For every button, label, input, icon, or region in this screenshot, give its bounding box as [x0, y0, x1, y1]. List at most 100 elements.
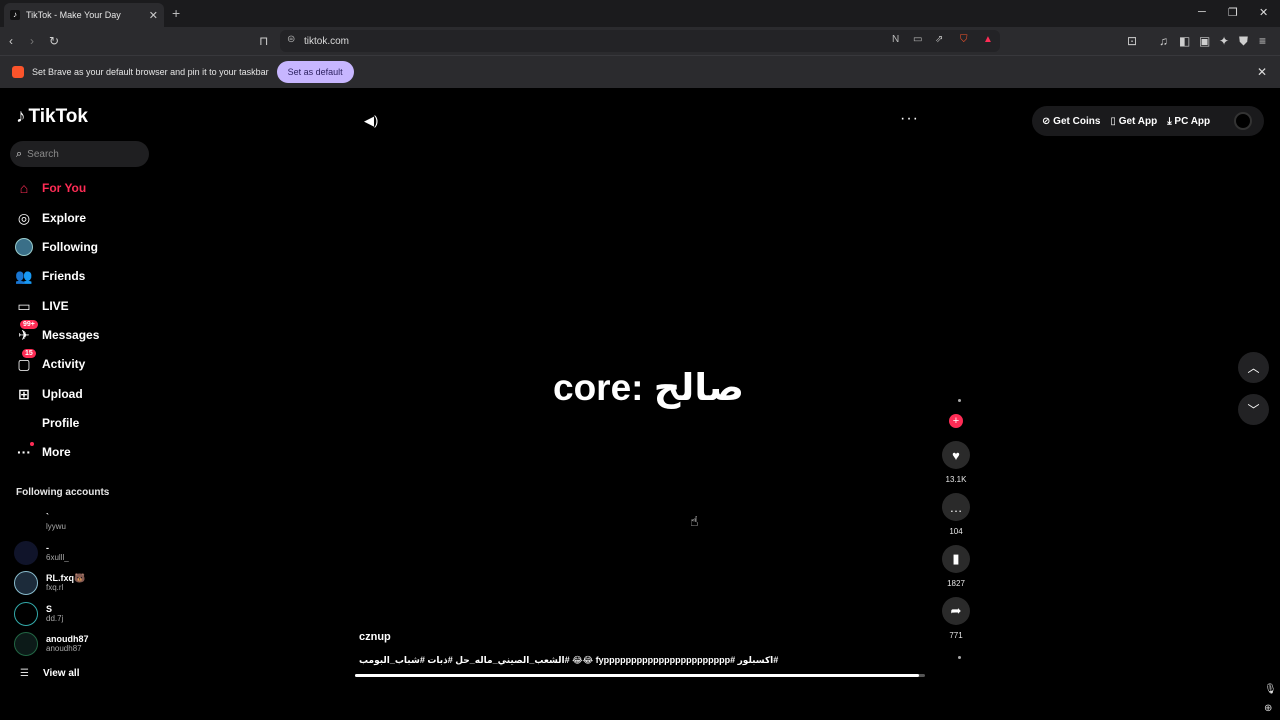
profile-avatar-icon [14, 413, 34, 433]
account-handle: lyywu [46, 522, 67, 531]
share-action[interactable]: ➦ 771 [926, 597, 986, 640]
video-progress-bar[interactable] [355, 674, 925, 677]
nav-profile[interactable]: Profile [14, 411, 154, 435]
chevron-down-icon: ﹀ [1247, 403, 1260, 417]
compass-icon: ◎ [17, 209, 31, 226]
following-account-item[interactable]: Sdd.7j [14, 600, 154, 628]
chevron-up-icon: ︿ [1247, 361, 1260, 375]
microphone-icon[interactable]: 🎙 [1264, 684, 1277, 695]
video-overlay-text: core: صالح [553, 367, 744, 408]
browser-tab[interactable]: ♪ TikTok - Make Your Day ✕ [4, 3, 164, 27]
account-name: S [46, 604, 53, 614]
following-account-item[interactable]: -6xulll_ [14, 539, 154, 567]
wallet-icon[interactable]: ▣ [1199, 33, 1210, 49]
save-action[interactable]: ▮ 1827 [926, 545, 986, 588]
account-name: RL.fxq🐻 [46, 573, 86, 583]
next-video-button[interactable]: ﹀ [1238, 394, 1269, 425]
menu-icon[interactable]: ≡ [1259, 33, 1266, 49]
heart-icon: ♥ [942, 441, 970, 469]
activity-badge: 15 [22, 349, 36, 358]
follow-plus-button[interactable]: + [949, 414, 963, 428]
brave-rewards-icon[interactable]: ▲ [983, 34, 993, 45]
minimize-button[interactable]: ─ [1198, 6, 1206, 18]
nav-for-you[interactable]: ⌂ For You [14, 176, 154, 200]
nav-activity[interactable]: ▢ 15 Activity [14, 349, 154, 376]
settings-icon[interactable]: ⊕ [1264, 703, 1272, 714]
set-as-default-button[interactable]: Set as default [276, 61, 354, 83]
bookmark-icon[interactable]: ⊓ [259, 33, 268, 49]
no-tracking-icon[interactable]: N [892, 34, 899, 45]
tiktok-logo[interactable]: ♪ TikTok [16, 106, 88, 128]
following-account-item[interactable]: ` lyywu [14, 508, 154, 536]
comment-action[interactable]: … 104 [926, 493, 986, 536]
following-account-item[interactable]: RL.fxq🐻 fxq.rl [14, 569, 154, 597]
nav-more[interactable]: ··· More [14, 440, 154, 464]
like-count: 13.1K [945, 475, 967, 484]
list-icon: ☰ [20, 668, 29, 679]
media-icon[interactable]: ♫ [1159, 33, 1168, 49]
cast-icon[interactable]: ▭ [913, 34, 922, 45]
following-account-item[interactable]: anoudh87 anoudh87 [14, 630, 154, 658]
avatar [14, 602, 38, 626]
account-handle: fxq.rl [46, 583, 64, 592]
nav-label: Messages [42, 328, 100, 342]
tiktok-favicon-icon: ♪ [10, 10, 20, 20]
brave-lion-icon [12, 66, 24, 78]
nav-label: Profile [42, 416, 80, 430]
close-window-button[interactable]: ✕ [1259, 6, 1268, 19]
dot-indicator [958, 656, 961, 659]
comment-icon: … [942, 493, 970, 521]
following-avatar-icon [14, 237, 34, 257]
home-icon: ⌂ [19, 180, 29, 196]
view-all-button[interactable]: ☰ View all [20, 668, 79, 679]
avatar [14, 510, 38, 534]
nav-label: Activity [42, 357, 86, 371]
search-input[interactable]: ⌕ Search [10, 141, 149, 167]
maximize-button[interactable]: ❐ [1228, 6, 1238, 19]
reload-icon[interactable]: ↻ [49, 33, 59, 49]
more-notification-dot [30, 442, 34, 446]
leo-ai-icon[interactable]: ✦ [1219, 33, 1229, 49]
brave-shields-icon[interactable]: ⛉ [960, 34, 968, 45]
nav-live[interactable]: ▭ LIVE [14, 294, 154, 318]
pc-app-button[interactable]: ⤓ PC App [1167, 116, 1210, 127]
nav-label: Following [42, 240, 98, 254]
new-tab-button[interactable]: + [172, 5, 180, 21]
video-author[interactable]: cznup [359, 631, 391, 643]
tab-search-icon[interactable]: ⊡ [1127, 33, 1137, 49]
vpn-icon[interactable]: ⛊ [1239, 33, 1248, 49]
get-app-button[interactable]: ▯ Get App [1110, 116, 1157, 127]
nav-label: More [42, 445, 71, 459]
nav-label: Friends [42, 269, 86, 283]
back-icon[interactable]: ‹ [9, 33, 13, 49]
forward-icon[interactable]: › [30, 33, 34, 49]
account-name: ` [46, 512, 49, 522]
get-coins-button[interactable]: ⊘ Get Coins [1042, 116, 1100, 127]
dot-indicator [958, 399, 961, 402]
sidebar-icon[interactable]: ◧ [1179, 33, 1190, 49]
infobar-close-icon[interactable]: ✕ [1257, 65, 1267, 79]
search-icon: ⌕ [16, 147, 23, 160]
volume-icon[interactable]: ◀) [364, 113, 378, 129]
nav-following[interactable]: Following [14, 235, 154, 259]
like-action[interactable]: ♥ 13.1K [926, 441, 986, 484]
nav-explore[interactable]: ◎ Explore [14, 206, 154, 230]
account-handle: anoudh87 [46, 644, 82, 653]
share-icon[interactable]: ⇗ [935, 34, 943, 45]
save-count: 1827 [947, 579, 965, 588]
nav-upload[interactable]: ⊞ Upload [14, 382, 154, 406]
site-info-icon[interactable]: ⊜ [287, 34, 295, 45]
account-name: anoudh87 [46, 634, 89, 644]
profile-avatar[interactable] [1234, 112, 1252, 130]
previous-video-button[interactable]: ︿ [1238, 352, 1269, 383]
video-caption: #اكسبلور #fyppppppppppppppppppppppp 😂😂 #… [359, 655, 779, 665]
nav-messages[interactable]: ✈ 99+ Messages [14, 320, 154, 347]
pc-app-label: PC App [1174, 115, 1211, 127]
infobar-message: Set Brave as your default browser and pi… [32, 67, 269, 77]
tab-close-icon[interactable]: ✕ [149, 9, 158, 22]
logo-text: TikTok [28, 106, 88, 127]
address-bar[interactable]: ⊜ tiktok.com N ▭ ⇗ ⛉ ▲ [280, 30, 1000, 52]
nav-friends[interactable]: 👥 Friends [14, 264, 154, 288]
view-all-label: View all [42, 668, 80, 679]
video-more-options-icon[interactable]: ··· [900, 110, 919, 128]
